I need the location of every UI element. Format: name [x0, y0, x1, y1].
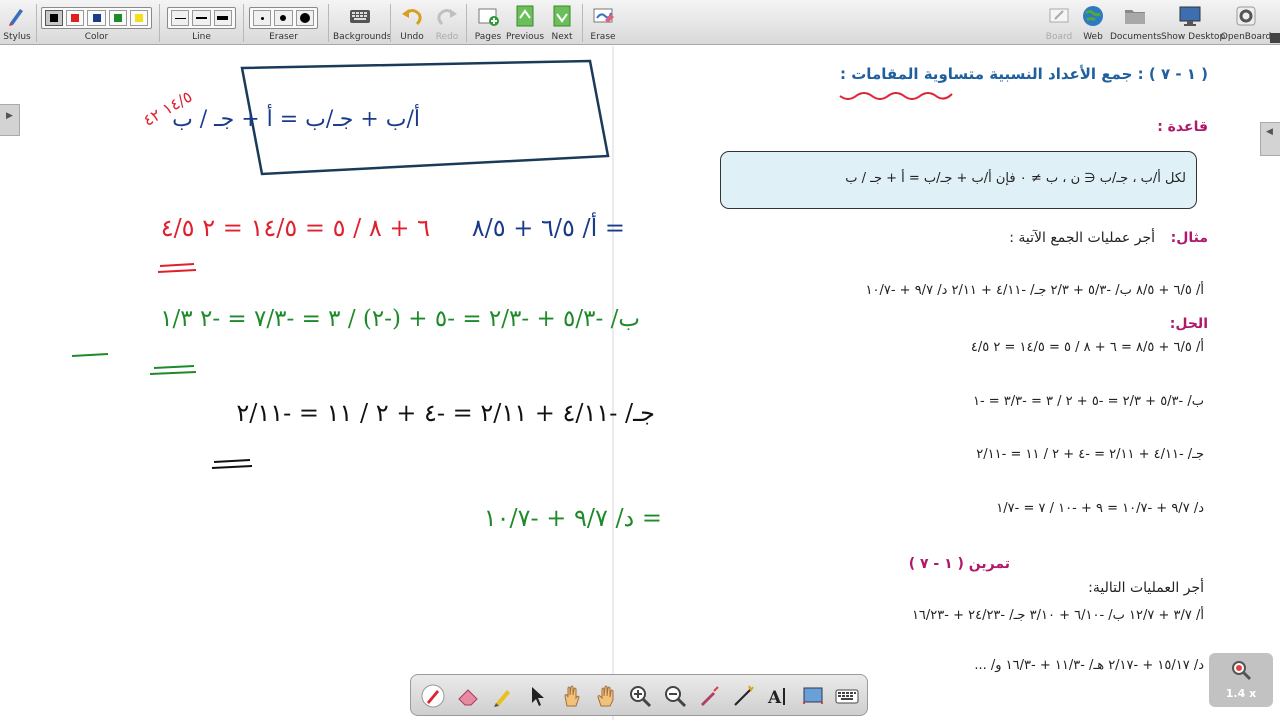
web-button[interactable]: Web [1077, 0, 1109, 45]
erase-button[interactable]: Erase [586, 0, 620, 45]
hw-line-d: د/ ٩/٧ + -١٠/٧ = [484, 504, 662, 532]
stylus-button[interactable]: Stylus [0, 0, 34, 45]
folder-icon [1125, 10, 1145, 24]
toolbar-divider [390, 4, 391, 42]
monitor-icon [1179, 6, 1201, 26]
main-toolbar: Stylus Color Line Eraser Backgrounds Und… [0, 0, 1280, 45]
toolbar-divider [582, 4, 583, 42]
backgrounds-label: Backgrounds [333, 32, 392, 42]
keyboard-grid-icon [350, 10, 370, 23]
toolbar-divider [159, 4, 160, 42]
hw-underline-b [71, 353, 197, 375]
interact-hand-icon[interactable] [559, 684, 583, 708]
undo-icon [402, 9, 422, 26]
next-label: Next [551, 32, 573, 42]
erase-label: Erase [590, 32, 616, 42]
documents-label: Documents [1110, 32, 1162, 42]
redo-button[interactable]: Redo [430, 0, 464, 45]
previous-page-icon [516, 5, 534, 27]
svg-text:A: A [767, 688, 782, 708]
hw-double-underline-a [157, 263, 197, 273]
line-label: Line [192, 32, 211, 42]
line-tool-icon[interactable] [731, 684, 755, 708]
hw-line-a-red: ٦ + ٨ / ٥ = ١٤/٥ = ٢ ٤/٥ [161, 214, 430, 242]
magnifier-icon [1232, 661, 1252, 681]
stylus-label: Stylus [3, 32, 31, 42]
erase-board-icon [593, 8, 614, 23]
previous-button[interactable]: Previous [505, 0, 545, 45]
whiteboard-canvas[interactable]: ▶ ◀ ( ١ - ٧ ) : جمع الأعداد النسبية متسا… [0, 46, 1280, 720]
pages-label: Pages [474, 32, 502, 42]
add-page-icon [478, 8, 499, 26]
stylus-icon [9, 9, 23, 26]
gear-icon [1236, 6, 1256, 26]
undo-label: Undo [400, 32, 424, 42]
web-label: Web [1083, 32, 1103, 42]
board-icon [1049, 8, 1069, 23]
undo-button[interactable]: Undo [395, 0, 429, 45]
eraser-label: Eraser [269, 32, 298, 42]
toolbar-divider [466, 4, 467, 42]
pan-hand-icon[interactable] [594, 684, 618, 708]
toolbar-divider [328, 4, 329, 42]
handwriting-layer: أ/ب + جـ/ب = أ + جـ / ب ١٤/٥ ٤٢ أ/ ٦/٥ +… [71, 59, 662, 532]
openboard-label: OpenBoard [1220, 32, 1272, 42]
virtual-keyboard-icon[interactable] [835, 684, 859, 708]
eraser-group: Eraser [249, 0, 318, 45]
redo-label: Redo [435, 32, 459, 42]
toolbar-divider [36, 4, 37, 42]
show-desktop-label: Show Desktop [1161, 32, 1226, 42]
color-group: Color [41, 0, 152, 45]
text-tool-icon[interactable]: A [766, 684, 790, 708]
hw-underline-c [211, 459, 253, 469]
line-group: Line [167, 0, 236, 45]
hw-line-b: ب/ -٥/٣ + -٢/٣ = -٥ + (-٢) / ٣ = -٧/٣ = … [160, 306, 640, 332]
zoom-level: 1.4 x [1225, 687, 1257, 700]
capture-tool-icon[interactable] [801, 684, 825, 708]
window-corner-handle[interactable] [1270, 33, 1280, 43]
hw-line-c: جـ/ -٤/١١ + ٢/١١ = -٤ + ٢ / ١١ = -٢/١١ [236, 399, 655, 427]
board-button[interactable]: Board [1043, 0, 1075, 45]
globe-icon [1083, 6, 1103, 26]
documents-button[interactable]: Documents [1110, 0, 1162, 45]
redo-icon [437, 9, 457, 26]
board-label: Board [1045, 32, 1073, 42]
next-button[interactable]: Next [545, 0, 579, 45]
color-label: Color [84, 32, 109, 42]
openboard-menu-button[interactable]: OpenBoard [1219, 0, 1273, 45]
show-desktop-button[interactable]: Show Desktop [1161, 0, 1226, 45]
highlighter-tool-icon[interactable] [491, 684, 515, 708]
next-page-icon [553, 5, 571, 27]
backgrounds-button[interactable]: Backgrounds [333, 0, 392, 45]
zoom-indicator[interactable]: 1.4 x [1209, 653, 1273, 707]
drawing-tools-bar: A [410, 674, 868, 716]
pen-tool-icon[interactable] [421, 684, 445, 708]
select-arrow-icon[interactable] [525, 684, 549, 708]
hw-box-formula: أ/ب + جـ/ب = أ + جـ / ب [172, 103, 420, 132]
laser-pointer-icon[interactable] [697, 684, 721, 708]
toolbar-divider [243, 4, 244, 42]
previous-label: Previous [505, 32, 545, 42]
pages-button[interactable]: Pages [471, 0, 505, 45]
zoom-out-icon[interactable] [663, 684, 687, 708]
eraser-tool-icon[interactable] [456, 684, 480, 708]
hw-line-a-blue: أ/ ٦/٥ + ٨/٥ = [472, 211, 625, 242]
zoom-in-icon[interactable] [628, 684, 652, 708]
